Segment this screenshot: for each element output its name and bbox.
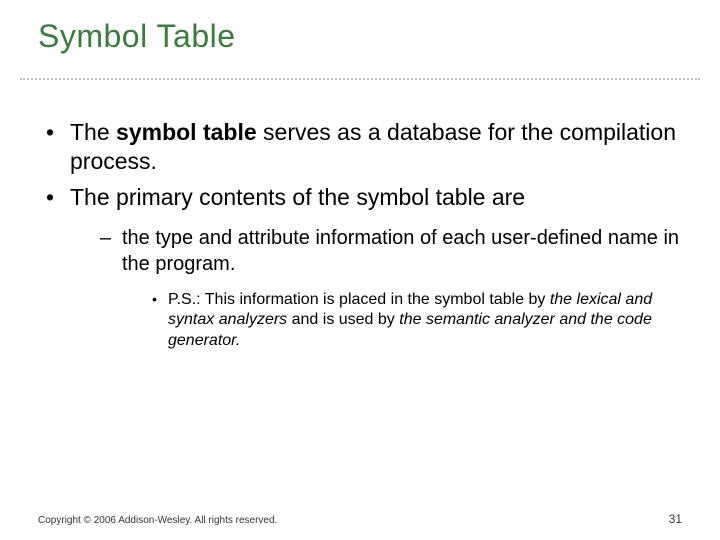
bullet-list-level3: P.S.: This information is placed in the …: [122, 290, 682, 352]
bullet-1-text-bold: symbol table: [116, 119, 257, 145]
bullet-list-level1: The symbol table serves as a database fo…: [38, 118, 682, 352]
bullet-2: The primary contents of the symbol table…: [38, 183, 682, 352]
page-number: 31: [669, 512, 682, 526]
subsub-text-pre: P.S.: This information is placed in the …: [168, 291, 550, 308]
subbullet-1: the type and attribute information of ea…: [98, 226, 682, 352]
subbullet-1-text: the type and attribute information of ea…: [122, 227, 679, 275]
title-divider: [20, 78, 700, 80]
slide: Symbol Table The symbol table serves as …: [0, 0, 720, 540]
slide-footer: Copyright © 2006 Addison-Wesley. All rig…: [38, 512, 682, 526]
bullet-list-level2: the type and attribute information of ea…: [70, 226, 682, 352]
copyright-text: Copyright © 2006 Addison-Wesley. All rig…: [38, 515, 277, 526]
bullet-1: The symbol table serves as a database fo…: [38, 118, 682, 177]
bullet-1-text-pre: The: [70, 119, 116, 145]
slide-content: The symbol table serves as a database fo…: [38, 118, 682, 358]
slide-title: Symbol Table: [38, 18, 236, 55]
subsubbullet-1: P.S.: This information is placed in the …: [150, 290, 682, 352]
subsub-text-mid: and is used by: [287, 311, 399, 328]
bullet-2-text: The primary contents of the symbol table…: [70, 184, 525, 210]
